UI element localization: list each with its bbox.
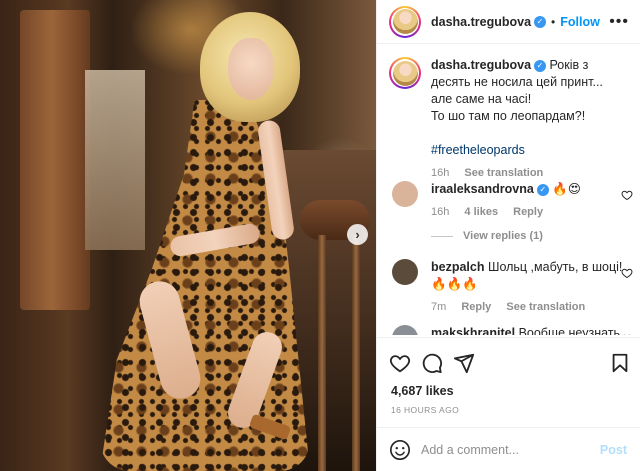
- heart-icon[interactable]: [621, 189, 633, 201]
- face: [228, 38, 274, 100]
- comment-time[interactable]: 16h: [431, 206, 449, 218]
- reply-button[interactable]: Reply: [461, 301, 491, 313]
- comment-username[interactable]: bezpalch: [431, 260, 485, 274]
- likes-count[interactable]: 4,687 likes: [391, 384, 454, 398]
- comments-list[interactable]: dasha.tregubova ✓ Років з десять не носил…: [377, 45, 640, 335]
- action-bar: [377, 337, 640, 385]
- comment-item: makskhranitel Вообще неузнать.: [389, 325, 637, 335]
- add-comment-bar: Post: [377, 427, 640, 471]
- comment-text: 🔥😍: [552, 182, 581, 196]
- comment-icon[interactable]: [421, 352, 443, 374]
- more-options-icon[interactable]: •••: [609, 13, 629, 31]
- comment-username[interactable]: iraaleksandrovna: [431, 182, 534, 196]
- comment-time[interactable]: 7m: [431, 301, 446, 313]
- caption-avatar-image: [392, 60, 418, 86]
- author-avatar-image: [392, 9, 418, 34]
- comment-text: Вообще неузнать.: [518, 326, 624, 335]
- comment-likes[interactable]: 4 likes: [464, 206, 498, 218]
- chevron-right-icon: ›: [355, 227, 360, 242]
- heart-icon[interactable]: [389, 352, 411, 374]
- background-pillar: [20, 10, 90, 310]
- view-replies-label: View replies (1): [463, 230, 543, 242]
- author-avatar[interactable]: [389, 5, 421, 38]
- author-username[interactable]: dasha.tregubova: [431, 15, 531, 29]
- post-photo[interactable]: ›: [0, 0, 376, 471]
- bookmark-icon[interactable]: [609, 352, 631, 374]
- share-icon[interactable]: [453, 352, 475, 374]
- comment-avatar[interactable]: [392, 259, 418, 285]
- post-comment-button[interactable]: Post: [600, 443, 627, 457]
- comment-meta: 16h 4 likes Reply: [431, 204, 627, 221]
- caption-username[interactable]: dasha.tregubova: [431, 58, 531, 72]
- view-replies-button[interactable]: View replies (1): [431, 230, 543, 242]
- comment-username[interactable]: makskhranitel: [431, 326, 515, 335]
- caption-time[interactable]: 16h: [431, 167, 449, 179]
- caption: dasha.tregubova ✓ Років з десять не носил…: [389, 57, 637, 179]
- caption-avatar[interactable]: [389, 57, 421, 89]
- emoji-icon[interactable]: [389, 439, 411, 461]
- post-header: dasha.tregubova ✓ • Follow •••: [377, 0, 640, 44]
- background-wall: [85, 70, 145, 250]
- see-translation-button[interactable]: See translation: [506, 301, 585, 313]
- caption-hashtag[interactable]: #freetheleopards: [431, 143, 525, 157]
- bar-stool-leg: [318, 235, 326, 471]
- comment-item: bezpalch Шольц ,мабуть, в шоці! 🔥🔥🔥 7m R…: [389, 259, 637, 321]
- comment-input[interactable]: [421, 439, 591, 461]
- separator-dot: •: [551, 14, 556, 29]
- post-timestamp[interactable]: 16 HOURS AGO: [391, 405, 459, 415]
- replies-divider: [431, 235, 453, 237]
- reply-button[interactable]: Reply: [513, 206, 543, 218]
- comment-meta: 7m Reply See translation: [431, 299, 627, 316]
- caption-meta: 16h See translation: [431, 165, 627, 182]
- post-side-panel: dasha.tregubova ✓ • Follow ••• dasha.tre…: [376, 0, 640, 471]
- bar-stool-leg: [352, 235, 360, 471]
- heart-icon[interactable]: [621, 267, 633, 279]
- comment-item: iraaleksandrovna ✓ 🔥😍 16h 4 likes Reply: [389, 181, 637, 226]
- see-translation-button[interactable]: See translation: [464, 167, 543, 179]
- verified-icon: ✓: [536, 183, 549, 196]
- verified-icon: ✓: [534, 59, 547, 72]
- follow-button[interactable]: Follow: [560, 15, 600, 29]
- comment-avatar[interactable]: [392, 325, 418, 335]
- comment-avatar[interactable]: [392, 181, 418, 207]
- heart-icon[interactable]: [621, 333, 633, 335]
- carousel-next-button[interactable]: ›: [347, 224, 368, 245]
- caption-text-line2: То шо там по леопардам?!: [431, 109, 586, 123]
- verified-icon: ✓: [534, 15, 547, 28]
